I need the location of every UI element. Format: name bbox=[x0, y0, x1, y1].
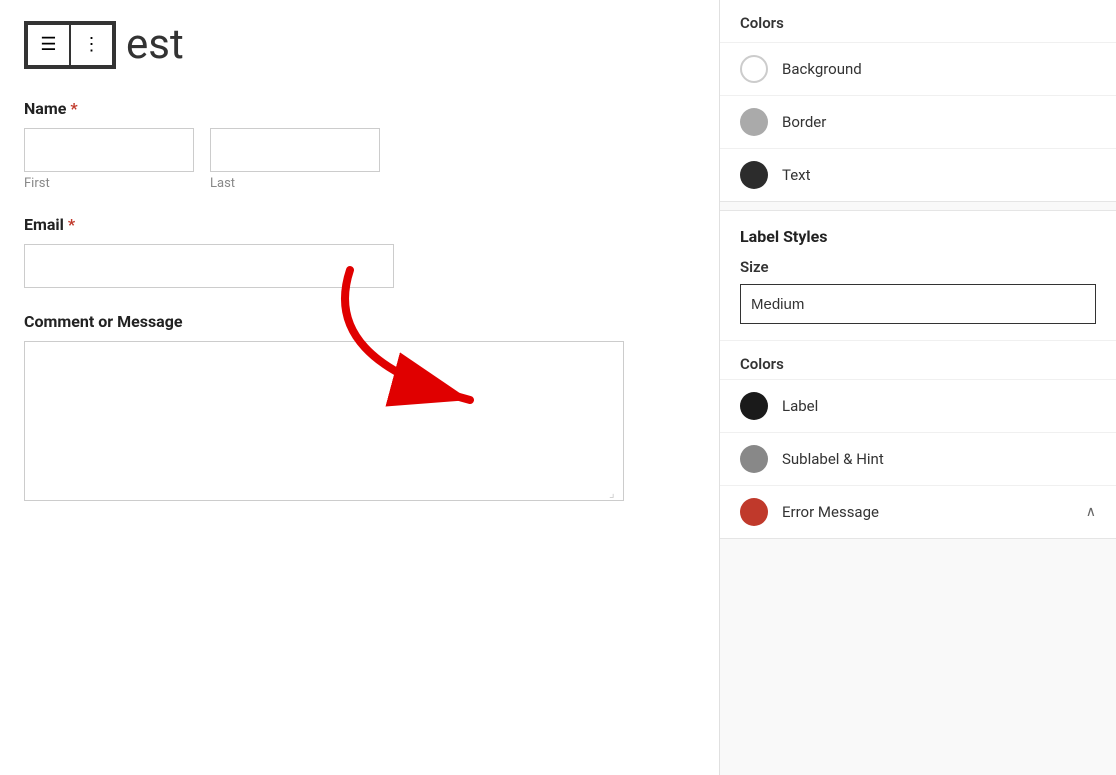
right-panel-inner: Colors Background Border Text Label Styl… bbox=[720, 0, 1116, 539]
first-name-input[interactable] bbox=[24, 128, 194, 172]
sublabel-color-label: Sublabel & Hint bbox=[782, 450, 884, 468]
color-row-sublabel[interactable]: Sublabel & Hint bbox=[720, 432, 1116, 485]
email-label: Email * bbox=[24, 215, 695, 234]
error-color-label: Error Message bbox=[782, 503, 879, 521]
right-panel: Colors Background Border Text Label Styl… bbox=[720, 0, 1116, 775]
color-row-error[interactable]: Error Message ∧ bbox=[720, 485, 1116, 538]
name-sublabels: First Last bbox=[24, 176, 695, 191]
background-color-circle bbox=[740, 55, 768, 83]
comment-section: Comment or Message ⌟ bbox=[24, 312, 695, 501]
colors-bottom-section: Colors Label Sublabel & Hint Error Messa… bbox=[720, 340, 1116, 538]
label-styles-header: Label Styles bbox=[720, 211, 1116, 258]
size-label: Size bbox=[740, 258, 1096, 276]
name-section: Name * First Last bbox=[24, 99, 695, 191]
name-label: Name * bbox=[24, 99, 695, 118]
name-fields bbox=[24, 128, 695, 172]
background-color-label: Background bbox=[782, 60, 862, 78]
border-color-label: Border bbox=[782, 113, 826, 131]
more-options-button[interactable]: ⋮ bbox=[70, 23, 114, 67]
toolbar-group: ☰ ⋮ bbox=[24, 21, 116, 69]
first-sublabel: First bbox=[24, 176, 194, 191]
size-select-wrapper: Small Medium Large bbox=[740, 284, 1096, 324]
error-color-circle bbox=[740, 498, 768, 526]
name-required-star: * bbox=[70, 99, 77, 118]
border-color-circle bbox=[740, 108, 768, 136]
label-styles-section: Label Styles Size Small Medium Large Col… bbox=[720, 210, 1116, 539]
comment-textarea[interactable]: ⌟ bbox=[24, 341, 624, 501]
color-row-background[interactable]: Background bbox=[720, 42, 1116, 95]
label-color-label: Label bbox=[782, 397, 818, 415]
color-row-text[interactable]: Text bbox=[720, 148, 1116, 201]
email-section: Email * bbox=[24, 215, 695, 288]
color-row-label[interactable]: Label bbox=[720, 379, 1116, 432]
list-icon: ☰ bbox=[40, 34, 56, 55]
size-select[interactable]: Small Medium Large bbox=[740, 284, 1096, 324]
comment-label: Comment or Message bbox=[24, 312, 695, 331]
text-color-circle bbox=[740, 161, 768, 189]
label-color-circle bbox=[740, 392, 768, 420]
dots-icon: ⋮ bbox=[83, 34, 101, 55]
form-panel: ☰ ⋮ est Name * First Last Email * bbox=[0, 0, 720, 775]
email-input[interactable] bbox=[24, 244, 394, 288]
chevron-down-icon: ∧ bbox=[1086, 504, 1096, 520]
last-name-input[interactable] bbox=[210, 128, 380, 172]
colors-section-header: Colors bbox=[720, 0, 1116, 42]
colors-section-top: Colors Background Border Text bbox=[720, 0, 1116, 202]
page-title: est bbox=[126, 20, 184, 69]
last-sublabel: Last bbox=[210, 176, 380, 191]
email-required-star: * bbox=[68, 215, 75, 234]
resize-handle: ⌟ bbox=[609, 486, 621, 498]
colors-bottom-header: Colors bbox=[720, 341, 1116, 379]
size-section: Size Small Medium Large bbox=[720, 258, 1116, 340]
list-view-button[interactable]: ☰ bbox=[26, 23, 70, 67]
color-row-border[interactable]: Border bbox=[720, 95, 1116, 148]
text-color-label: Text bbox=[782, 166, 811, 184]
sublabel-color-circle bbox=[740, 445, 768, 473]
top-toolbar: ☰ ⋮ est bbox=[24, 20, 695, 69]
